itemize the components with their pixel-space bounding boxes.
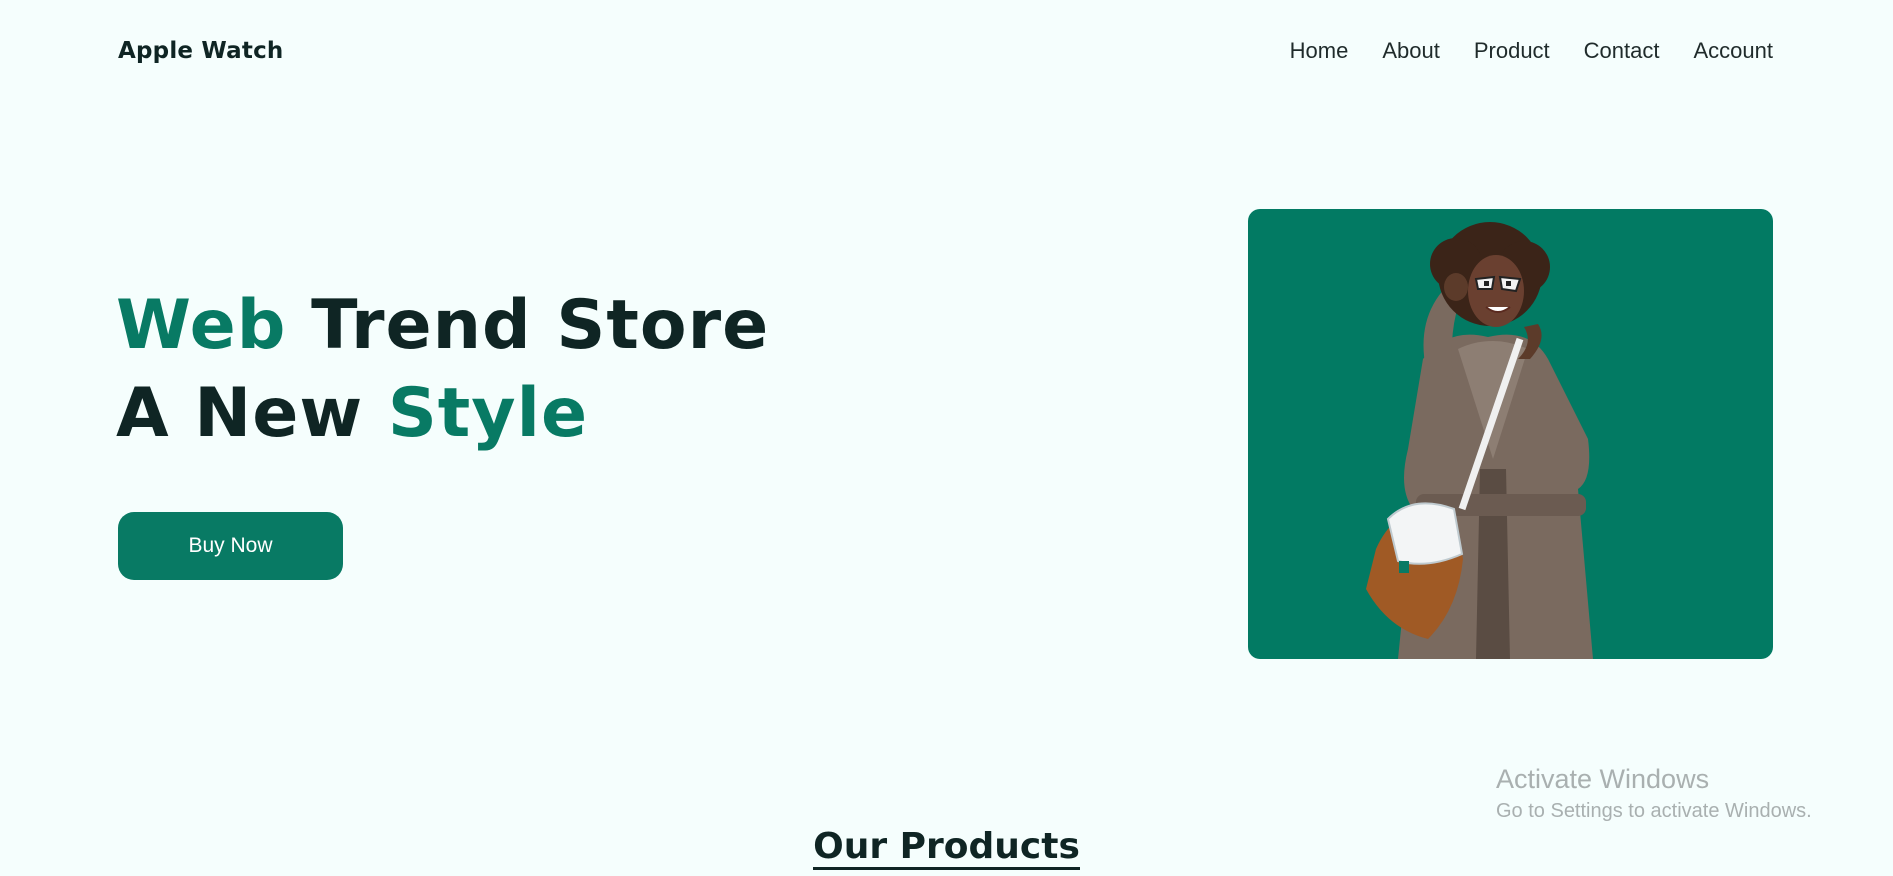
buy-now-button[interactable]: Buy Now	[118, 512, 343, 580]
main-nav: Home About Product Contact Account	[1290, 38, 1773, 64]
hero-title-rest-line1: Trend Store	[286, 286, 770, 365]
nav-link-home[interactable]: Home	[1290, 38, 1349, 64]
nav-link-about[interactable]: About	[1382, 38, 1440, 64]
nav-link-account[interactable]: Account	[1694, 38, 1774, 64]
brand-logo[interactable]: Apple Watch	[118, 38, 284, 64]
hero-title: Web Trend Store A New Style	[116, 282, 769, 458]
windows-activation-watermark: Activate Windows Go to Settings to activ…	[1496, 762, 1812, 826]
hero-image	[1248, 209, 1773, 659]
page: Apple Watch Home About Product Contact A…	[0, 0, 1893, 876]
products-heading-text: Our Products	[813, 826, 1080, 870]
hero-title-start-line2: A New	[116, 374, 388, 453]
woman-fashion-illustration	[1366, 222, 1593, 659]
watermark-subtitle: Go to Settings to activate Windows.	[1496, 800, 1812, 822]
watermark-title: Activate Windows	[1496, 764, 1710, 794]
hero-title-accent-style: Style	[387, 374, 589, 453]
products-heading: Our Products	[0, 826, 1893, 870]
site-header: Apple Watch Home About Product Contact A…	[118, 30, 1773, 72]
hero-title-accent-web: Web	[116, 286, 287, 365]
nav-link-product[interactable]: Product	[1474, 38, 1550, 64]
nav-link-contact[interactable]: Contact	[1584, 38, 1660, 64]
